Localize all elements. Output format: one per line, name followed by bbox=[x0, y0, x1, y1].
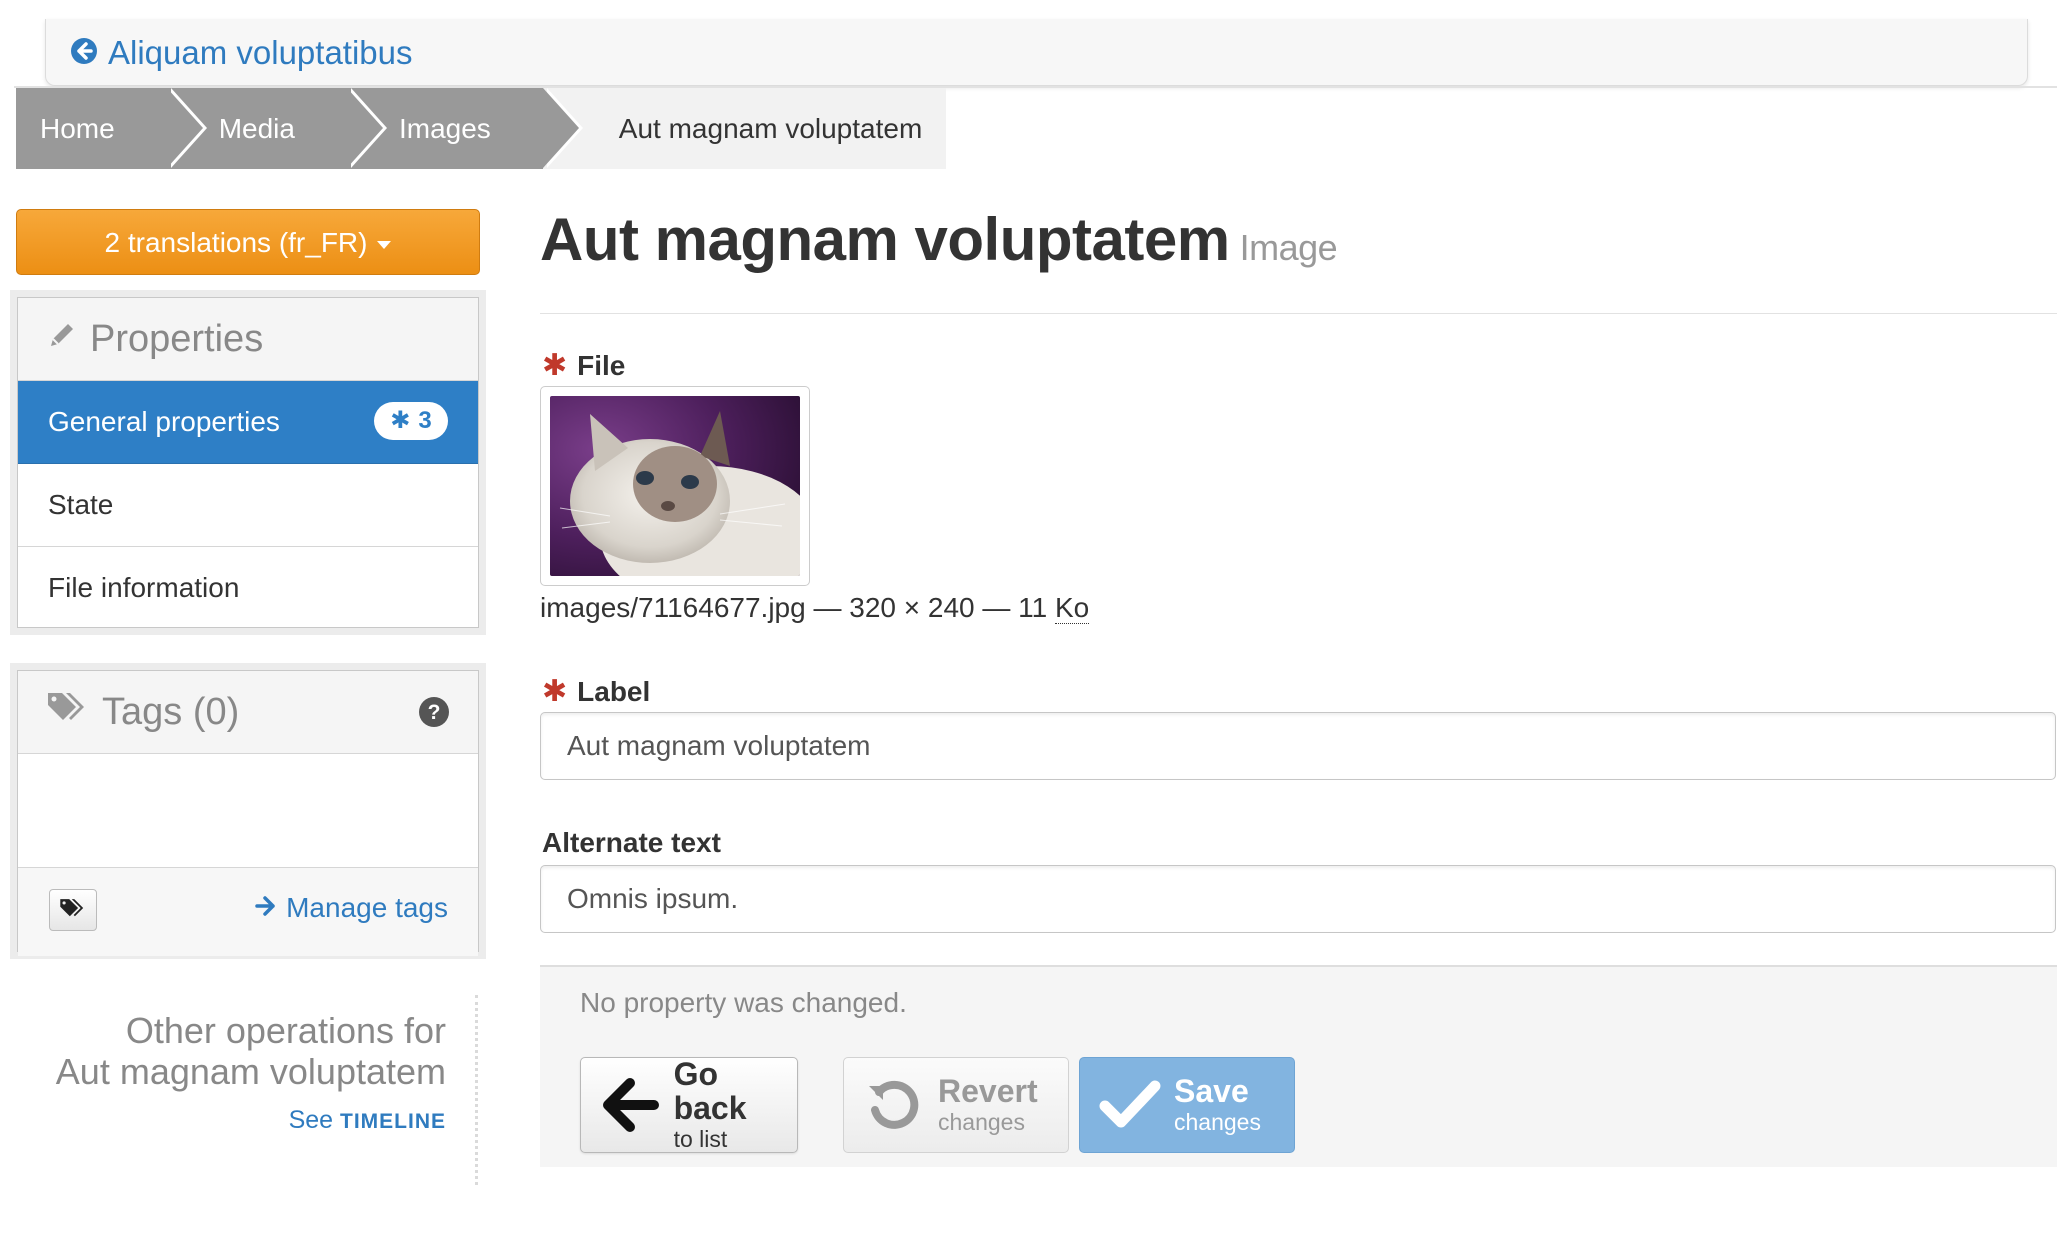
properties-panel: Properties General properties ✱ 3 State … bbox=[10, 290, 486, 635]
translations-dropdown-button[interactable]: 2 translations (fr_FR) bbox=[16, 209, 480, 275]
tags-icon bbox=[46, 690, 90, 734]
timeline-link[interactable]: See TIMELINE bbox=[30, 1106, 446, 1135]
tags-title: Tags (0) bbox=[102, 690, 240, 733]
checkmark-icon bbox=[1098, 1078, 1162, 1132]
other-operations: Other operations for Aut magnam voluptat… bbox=[30, 1010, 446, 1135]
tag-button[interactable] bbox=[49, 889, 97, 931]
tags-icon bbox=[59, 897, 87, 924]
save-sublabel: changes bbox=[1174, 1109, 1261, 1135]
arrow-right-icon bbox=[254, 892, 276, 924]
required-asterisk-icon: ✱ bbox=[542, 349, 568, 382]
tags-footer: Manage tags bbox=[18, 868, 478, 956]
properties-header: Properties bbox=[18, 298, 478, 381]
alt-text-input[interactable]: Omnis ipsum. bbox=[540, 865, 2056, 933]
form-actions: No property was changed. Go back to list… bbox=[540, 965, 2057, 1167]
back-bar: Aliquam voluptatibus bbox=[45, 19, 2028, 86]
file-meta-text: images/71164677.jpg — 320 × 240 — 11 bbox=[540, 592, 1048, 623]
other-operations-title-line2: Aut magnam voluptatem bbox=[55, 1051, 446, 1092]
pencil-icon bbox=[46, 318, 78, 361]
page-title-text: Aut magnam voluptatem bbox=[540, 206, 1230, 273]
revert-label: Revert bbox=[938, 1073, 1038, 1109]
breadcrumb: Home Media Images Aut magnam voluptatem bbox=[16, 88, 947, 169]
timeline-link-prefix: See bbox=[288, 1106, 334, 1134]
divider bbox=[475, 995, 478, 1185]
go-back-sublabel: to list bbox=[673, 1126, 728, 1152]
svg-text:?: ? bbox=[428, 701, 441, 724]
image-thumbnail[interactable] bbox=[540, 386, 810, 586]
nav-item-state[interactable]: State bbox=[18, 464, 478, 547]
revert-button[interactable]: Revert changes bbox=[843, 1057, 1069, 1153]
label-label-text: Label bbox=[577, 676, 651, 707]
save-button[interactable]: Save changes bbox=[1079, 1057, 1295, 1153]
breadcrumb-current: Aut magnam voluptatem bbox=[542, 88, 947, 169]
breadcrumb-item-home[interactable]: Home bbox=[16, 88, 207, 169]
manage-tags-link[interactable]: Manage tags bbox=[254, 892, 448, 924]
file-size-unit: Ko bbox=[1055, 592, 1090, 624]
translations-label: 2 translations (fr_FR) bbox=[104, 227, 368, 258]
arrow-circle-left-icon bbox=[70, 37, 98, 70]
divider bbox=[540, 313, 2057, 314]
timeline-link-strong: TIMELINE bbox=[340, 1110, 446, 1133]
back-link-label: Aliquam voluptatibus bbox=[108, 34, 413, 71]
asterisk-icon: ✱ bbox=[390, 407, 411, 434]
page-subtitle: Image bbox=[1239, 227, 1338, 268]
nav-item-file-information[interactable]: File information bbox=[18, 547, 478, 629]
nav-item-label: General properties bbox=[48, 406, 280, 437]
file-field-label: ✱ File bbox=[542, 348, 625, 383]
back-link[interactable]: Aliquam voluptatibus bbox=[70, 31, 413, 75]
page-title: Aut magnam voluptatem Image bbox=[540, 205, 1338, 274]
badge-count: 3 bbox=[418, 407, 432, 434]
required-count-badge: ✱ 3 bbox=[374, 402, 448, 440]
tags-list bbox=[18, 754, 478, 868]
file-label-text: File bbox=[577, 350, 626, 381]
save-label: Save bbox=[1174, 1073, 1249, 1109]
status-text: No property was changed. bbox=[580, 987, 907, 1018]
manage-tags-label: Manage tags bbox=[286, 892, 448, 923]
label-field-label: ✱ Label bbox=[542, 674, 650, 709]
caret-down-icon bbox=[377, 240, 392, 249]
tags-header: Tags (0) ? bbox=[18, 671, 478, 754]
nav-item-general-properties[interactable]: General properties ✱ 3 bbox=[18, 381, 478, 464]
go-back-button[interactable]: Go back to list bbox=[580, 1057, 798, 1153]
revert-sublabel: changes bbox=[938, 1109, 1025, 1135]
file-meta: images/71164677.jpg — 320 × 240 — 11 Ko bbox=[540, 592, 1090, 624]
undo-icon bbox=[862, 1076, 926, 1134]
properties-title: Properties bbox=[90, 317, 264, 360]
tags-panel: Tags (0) ? Manage tags bbox=[10, 663, 486, 959]
alt-text-field-label: Alternate text bbox=[542, 827, 721, 858]
arrow-left-icon bbox=[599, 1075, 662, 1135]
cat-image bbox=[550, 396, 800, 576]
label-input[interactable]: Aut magnam voluptatem bbox=[540, 712, 2056, 780]
required-asterisk-icon: ✱ bbox=[542, 675, 568, 708]
question-circle-icon[interactable]: ? bbox=[418, 695, 450, 738]
other-operations-title-line1: Other operations for bbox=[125, 1010, 446, 1051]
go-back-label: Go back bbox=[673, 1056, 747, 1126]
